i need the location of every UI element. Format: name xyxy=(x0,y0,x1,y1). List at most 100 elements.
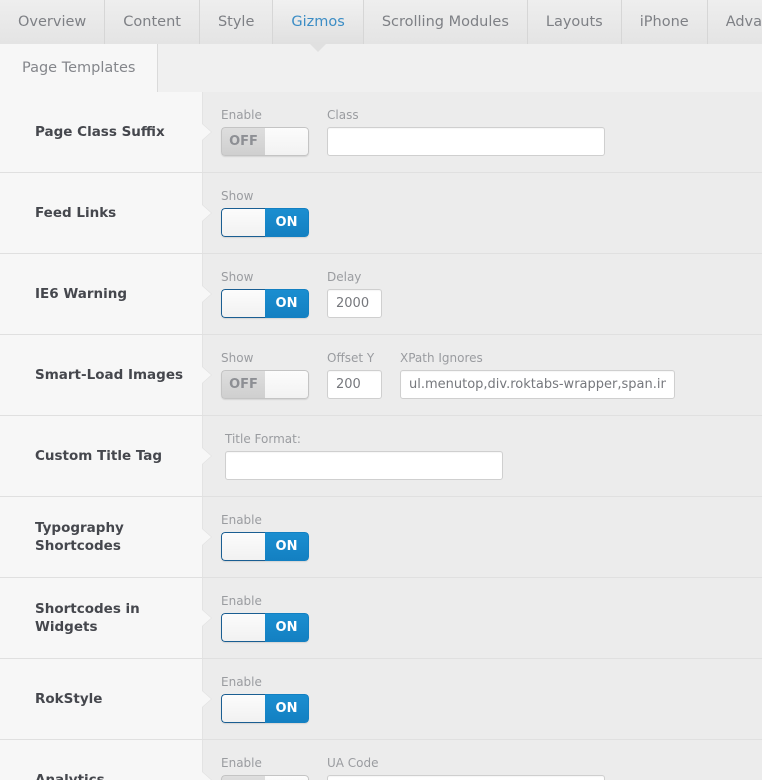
input-page-class-suffix-primary[interactable] xyxy=(327,127,605,156)
toggle-feed-links[interactable]: ON xyxy=(221,208,309,237)
input-smart-load-images-secondary[interactable] xyxy=(400,370,675,399)
tab-content[interactable]: Content xyxy=(105,0,200,44)
row-label-text: Feed Links xyxy=(35,205,117,221)
field-typography-shortcodes-toggle: Enable ON xyxy=(221,513,309,561)
settings-row: IE6 Warning Show ON Delay xyxy=(0,254,762,335)
field-analytics-toggle: Enable OFF xyxy=(221,756,309,780)
toggle-state-label: OFF xyxy=(221,775,265,780)
tab-label: Overview xyxy=(18,14,87,30)
tab-label: Advanced xyxy=(725,14,762,30)
field-label: Offset Y xyxy=(327,351,375,365)
row-label-analytics: Analytics xyxy=(0,740,212,780)
field-label: Show xyxy=(221,351,254,365)
field-smart-load-images-secondary: XPath Ignores xyxy=(400,351,675,399)
tab-label: Content xyxy=(123,14,181,30)
row-label-custom-title-tag: Custom Title Tag xyxy=(0,416,212,496)
row-label-text: Page Class Suffix xyxy=(35,124,165,140)
field-label: Enable xyxy=(221,108,262,122)
row-label-text: Smart-Load Images xyxy=(35,367,184,383)
tab-label: Style xyxy=(217,14,255,30)
settings-row: Feed Links Show ON xyxy=(0,173,762,254)
field-label: XPath Ignores xyxy=(400,351,483,365)
toggle-knob xyxy=(221,694,265,723)
row-content-smart-load-images: Show OFF Offset Y XPath Ignores xyxy=(203,335,762,415)
tab-iphone[interactable]: iPhone xyxy=(621,0,708,44)
field-label: UA Code xyxy=(327,756,379,770)
tab-gizmos[interactable]: Gizmos xyxy=(273,0,364,52)
subtab-label: Page Templates xyxy=(22,60,136,76)
toggle-analytics[interactable]: OFF xyxy=(221,775,309,780)
toggle-state-label: ON xyxy=(265,613,309,642)
field-ie6-warning-toggle: Show ON xyxy=(221,270,309,318)
tab-label: Layouts xyxy=(545,14,603,30)
toggle-knob xyxy=(221,289,265,318)
tab-scrolling-modules[interactable]: Scrolling Modules xyxy=(363,0,528,44)
row-label-rokstyle: RokStyle xyxy=(0,659,212,739)
field-label: Enable xyxy=(221,594,262,608)
row-content-shortcodes-in-widgets: Enable ON xyxy=(203,578,762,658)
tab-style[interactable]: Style xyxy=(199,0,274,44)
row-label-text: RokStyle xyxy=(35,691,103,707)
settings-rows: Page Class Suffix Enable OFF Class Feed Link… xyxy=(0,92,762,780)
field-smart-load-images-primary: Offset Y xyxy=(327,351,382,399)
field-page-class-suffix-primary: Class xyxy=(327,108,605,156)
toggle-knob xyxy=(265,370,309,399)
toggle-smart-load-images[interactable]: OFF xyxy=(221,370,309,399)
main-tab-bar: Overview Content Style Gizmos Scrolling Modu… xyxy=(0,0,762,52)
tab-label: Scrolling Modules xyxy=(381,14,509,30)
row-label-shortcodes-in-widgets: Shortcodes in Widgets xyxy=(0,578,212,658)
row-content-rokstyle: Enable ON xyxy=(203,659,762,739)
settings-row: Shortcodes in Widgets Enable ON xyxy=(0,578,762,659)
tab-layouts[interactable]: Layouts xyxy=(527,0,622,44)
field-page-class-suffix-toggle: Enable OFF xyxy=(221,108,309,156)
subtab-page-templates[interactable]: Page Templates xyxy=(0,44,159,92)
row-content-feed-links: Show ON xyxy=(203,173,762,253)
field-rokstyle-toggle: Enable ON xyxy=(221,675,309,723)
tab-label: Gizmos xyxy=(291,14,345,30)
row-label-text: IE6 Warning xyxy=(35,286,128,302)
toggle-ie6-warning[interactable]: ON xyxy=(221,289,309,318)
settings-row: Smart-Load Images Show OFF Offset Y XPath Ig… xyxy=(0,335,762,416)
row-label-text: Typography Shortcodes xyxy=(35,520,124,554)
field-label: Enable xyxy=(221,756,262,770)
input-custom-title-tag-primary[interactable] xyxy=(225,451,503,480)
toggle-state-label: ON xyxy=(265,532,309,561)
toggle-shortcodes-in-widgets[interactable]: ON xyxy=(221,613,309,642)
sub-tab-bar: Page Templates xyxy=(0,44,762,92)
input-ie6-warning-primary[interactable] xyxy=(327,289,382,318)
sub-tab-filler xyxy=(158,44,762,92)
toggle-knob xyxy=(221,208,265,237)
row-content-typography-shortcodes: Enable ON xyxy=(203,497,762,577)
row-label-ie6-warning: IE6 Warning xyxy=(0,254,212,334)
row-label-text: Analytics xyxy=(35,772,105,780)
settings-row: RokStyle Enable ON xyxy=(0,659,762,740)
row-content-analytics: Enable OFF UA Code xyxy=(203,740,762,780)
input-smart-load-images-primary[interactable] xyxy=(327,370,382,399)
toggle-state-label: ON xyxy=(265,208,309,237)
row-label-feed-links: Feed Links xyxy=(0,173,212,253)
toggle-page-class-suffix[interactable]: OFF xyxy=(221,127,309,156)
settings-row: Analytics Enable OFF UA Code xyxy=(0,740,762,780)
row-label-text: Custom Title Tag xyxy=(35,448,163,464)
tab-overview[interactable]: Overview xyxy=(0,0,106,44)
row-content-custom-title-tag: Title Format: xyxy=(203,416,762,496)
toggle-rokstyle[interactable]: ON xyxy=(221,694,309,723)
settings-row: Typography Shortcodes Enable ON xyxy=(0,497,762,578)
tab-advanced[interactable]: Advanced xyxy=(707,0,762,44)
field-custom-title-tag-primary: Title Format: xyxy=(225,432,503,480)
toggle-state-label: OFF xyxy=(221,127,265,156)
settings-row: Page Class Suffix Enable OFF Class xyxy=(0,92,762,173)
toggle-knob xyxy=(265,775,309,780)
toggle-state-label: OFF xyxy=(221,370,265,399)
row-label-smart-load-images: Smart-Load Images xyxy=(0,335,212,415)
toggle-state-label: ON xyxy=(265,694,309,723)
settings-row: Custom Title Tag Title Format: xyxy=(0,416,762,497)
row-label-text: Shortcodes in Widgets xyxy=(35,601,140,635)
toggle-typography-shortcodes[interactable]: ON xyxy=(221,532,309,561)
input-analytics-primary[interactable] xyxy=(327,775,605,780)
field-ie6-warning-primary: Delay xyxy=(327,270,382,318)
tab-label: iPhone xyxy=(639,14,689,30)
toggle-knob xyxy=(265,127,309,156)
field-label: Class xyxy=(327,108,359,122)
row-content-ie6-warning: Show ON Delay xyxy=(203,254,762,334)
